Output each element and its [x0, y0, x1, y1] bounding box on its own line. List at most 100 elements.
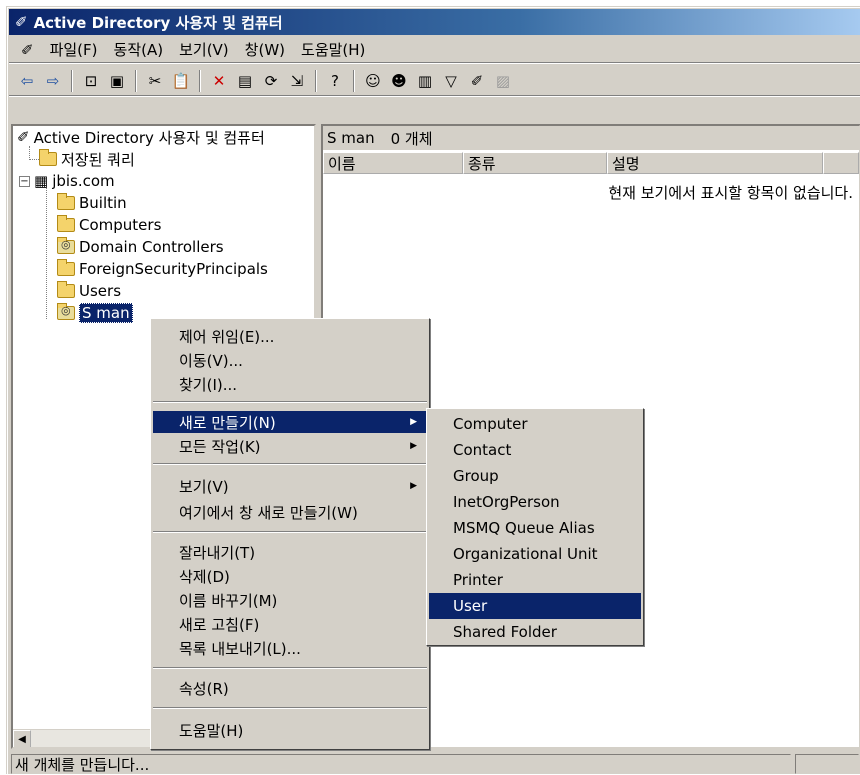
tree-connector [29, 146, 30, 160]
menu-view[interactable]: 보기(V) [173, 37, 235, 62]
folder-icon [57, 215, 75, 232]
app-window: ✐ Active Directory 사용자 및 컴퓨터 ✐ 파일(F) 동작(… [6, 6, 860, 774]
find-icon[interactable]: ✐ [465, 69, 489, 93]
back-icon[interactable]: ⇦ [15, 69, 39, 93]
ou-icon [57, 303, 75, 320]
tree-item-builtin[interactable]: Builtin [57, 192, 127, 214]
status-panel [795, 754, 859, 774]
menu-separator [153, 531, 427, 533]
tree-item-foreign-security-principals[interactable]: ForeignSecurityPrincipals [57, 258, 268, 280]
domain-icon: ▦ [34, 172, 49, 190]
folder-icon [57, 193, 75, 210]
up-level-icon[interactable]: ⊡ [79, 69, 103, 93]
window-title: Active Directory 사용자 및 컴퓨터 [33, 13, 283, 32]
menu-item-cut[interactable]: 잘라내기(T) [153, 541, 427, 563]
submenu-item-contact[interactable]: Contact [429, 437, 641, 463]
menu-item-refresh[interactable]: 새로 고침(F) [153, 613, 427, 635]
menu-item-view[interactable]: 보기(V) ▶ [153, 475, 427, 497]
column-header-type[interactable]: 종류 [463, 152, 607, 174]
menu-separator [153, 463, 427, 465]
menu-window[interactable]: 창(W) [239, 37, 291, 62]
submenu-item-user[interactable]: User [429, 593, 641, 619]
menu-action[interactable]: 동작(A) [108, 37, 170, 62]
paste-icon[interactable]: 📋 [169, 69, 193, 93]
toolbar-separator [199, 69, 201, 92]
menu-item-view-label: 보기(V) [179, 477, 229, 496]
submenu-item-msmq-queue-alias[interactable]: MSMQ Queue Alias [429, 515, 641, 541]
menu-item-export-list[interactable]: 목록 내보내기(L)... [153, 637, 427, 659]
properties-icon[interactable]: ▤ [233, 69, 257, 93]
menu-file[interactable]: 파일(F) [44, 37, 104, 62]
menu-help[interactable]: 도움말(H) [295, 37, 371, 62]
submenu-item-shared-folder[interactable]: Shared Folder [429, 619, 641, 645]
submenu-item-computer[interactable]: Computer [429, 411, 641, 437]
tree-item-domain[interactable]: − ▦ jbis.com [19, 170, 115, 192]
tree-connector [46, 188, 47, 319]
column-headers: 이름 종류 설명 [323, 152, 859, 174]
tree-item-computers[interactable]: Computers [57, 214, 161, 236]
collapse-icon[interactable]: − [19, 175, 30, 187]
app-icon: ✐ [15, 13, 28, 31]
submenu-item-organizational-unit[interactable]: Organizational Unit [429, 541, 641, 567]
menu-item-rename[interactable]: 이름 바꾸기(M) [153, 589, 427, 611]
menu-item-new-label: 새로 만들기(N) [179, 413, 276, 432]
column-header-name[interactable]: 이름 [323, 152, 463, 174]
submenu-item-printer[interactable]: Printer [429, 567, 641, 593]
scroll-left-icon[interactable]: ◀ [13, 730, 31, 747]
submenu-arrow-icon: ▶ [410, 441, 417, 451]
object-count: 0 개체 [390, 129, 433, 148]
add-to-group-icon[interactable]: ▨ [491, 69, 515, 93]
submenu-item-inetorgperson[interactable]: InetOrgPerson [429, 489, 641, 515]
submenu-arrow-icon: ▶ [410, 417, 417, 427]
show-hide-tree-icon[interactable]: ▣ [105, 69, 129, 93]
filter-icon[interactable]: ▽ [439, 69, 463, 93]
column-header-description[interactable]: 설명 [607, 152, 823, 174]
column-header-blank [823, 152, 859, 174]
toolbar-separator [353, 69, 355, 92]
menu-item-new-window[interactable]: 여기에서 창 새로 만들기(W) [153, 501, 427, 523]
toolbar-separator [71, 69, 73, 92]
folder-icon [57, 281, 75, 298]
context-menu: 제어 위임(E)... 이동(V)... 찾기(I)... 새로 만들기(N) … [150, 318, 430, 750]
toolbar-separator [315, 69, 317, 92]
tree-item-saved-queries[interactable]: 저장된 쿼리 [39, 148, 135, 170]
toolbar-separator [135, 69, 137, 92]
submenu-item-group[interactable]: Group [429, 463, 641, 489]
refresh-icon[interactable]: ⟳ [259, 69, 283, 93]
tree-connector [29, 159, 39, 160]
tree-item-s-man[interactable]: S man [57, 302, 133, 324]
help-icon[interactable]: ? [323, 69, 347, 93]
menu-item-all-tasks-label: 모든 작업(K) [179, 437, 261, 456]
status-bar: 새 개체를 만듭니다... [9, 753, 859, 775]
tree-item-domain-controllers[interactable]: Domain Controllers [57, 236, 224, 258]
details-header: S man 0 개체 [323, 126, 859, 150]
menu-item-delete[interactable]: 삭제(D) [153, 565, 427, 587]
new-submenu: Computer Contact Group InetOrgPerson MSM… [426, 408, 644, 646]
tree-item-users[interactable]: Users [57, 280, 121, 302]
menu-item-all-tasks[interactable]: 모든 작업(K) ▶ [153, 435, 427, 457]
menu-item-find[interactable]: 찾기(I)... [153, 373, 427, 395]
container-name: S man [327, 129, 375, 147]
title-bar[interactable]: ✐ Active Directory 사용자 및 컴퓨터 [9, 9, 860, 35]
menu-item-new[interactable]: 새로 만들기(N) ▶ [153, 411, 427, 433]
menu-bar: ✐ 파일(F) 동작(A) 보기(V) 창(W) 도움말(H) [9, 37, 860, 63]
menu-item-properties[interactable]: 속성(R) [153, 677, 427, 699]
cut-icon[interactable]: ✂ [143, 69, 167, 93]
menu-item-move[interactable]: 이동(V)... [153, 349, 427, 371]
forward-icon[interactable]: ⇨ [41, 69, 65, 93]
delete-icon[interactable]: ✕ [207, 69, 231, 93]
export-list-icon[interactable]: ⇲ [285, 69, 309, 93]
menu-separator [153, 667, 427, 669]
ad-snapin-icon: ✐ [17, 128, 30, 146]
menu-separator [153, 707, 427, 709]
tree-root[interactable]: ✐ Active Directory 사용자 및 컴퓨터 [17, 126, 265, 148]
submenu-arrow-icon: ▶ [410, 481, 417, 491]
menu-icon: ✐ [21, 40, 34, 59]
menu-separator [153, 401, 427, 403]
new-ou-icon[interactable]: ▥ [413, 69, 437, 93]
menu-item-delegate-control[interactable]: 제어 위임(E)... [153, 325, 427, 347]
new-user-icon[interactable]: ☺ [361, 69, 385, 93]
new-group-icon[interactable]: ☻ [387, 69, 411, 93]
menu-item-help[interactable]: 도움말(H) [153, 719, 427, 741]
folder-icon [39, 149, 57, 166]
